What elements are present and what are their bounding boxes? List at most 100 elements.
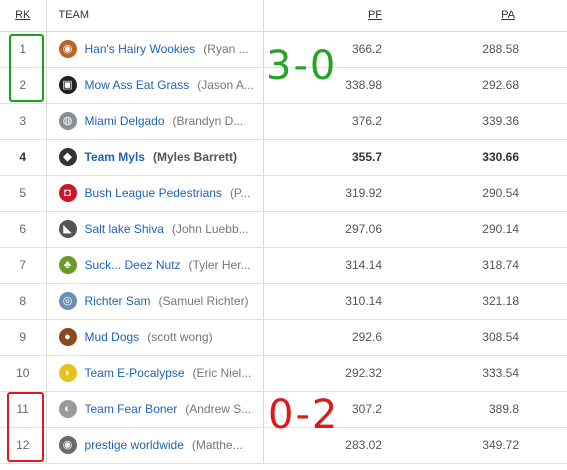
cat-icon[interactable]: ◍	[58, 112, 77, 130]
figure-icon[interactable]: ♣	[58, 256, 77, 274]
team-cell: ◗ Team E-Pocalypse (Eric Niel...	[46, 355, 264, 392]
owner-name: (Andrew S...	[185, 402, 252, 416]
team-name-link[interactable]: Team Fear Boner	[85, 402, 178, 416]
team-name-link[interactable]: Richter Sam	[85, 294, 151, 308]
team-cell: ◆ Team Myls (Myles Barrett)	[46, 139, 264, 176]
table-row: 2 ▣ Mow Ass Eat Grass (Jason A... 338.98 292.…	[0, 67, 567, 104]
table-header-row: RK TEAM PF PA	[0, 0, 567, 32]
rank-cell: 8	[0, 283, 47, 320]
points-for-cell: 292.6	[263, 319, 395, 356]
table-row: 6 ◣ Salt lake Shiva (John Luebb... 297.06 290…	[0, 211, 567, 248]
points-for-cell: 307.2	[263, 391, 395, 428]
wookie-icon[interactable]: ◉	[58, 40, 77, 58]
team-name-link[interactable]: Bush League Pedestrians	[85, 186, 222, 200]
standings-table: RK TEAM PF PA 1 ◉ Han's Hairy Wookies (Ryan…	[0, 0, 567, 464]
monkey-icon[interactable]: ●	[58, 328, 77, 346]
rank-cell: 2	[0, 67, 47, 104]
owner-name: (John Luebb...	[171, 222, 249, 236]
table-row: 9 ● Mud Dogs (scott wong) 292.6 308.54	[0, 319, 567, 356]
team-name-link[interactable]: Salt lake Shiva	[85, 222, 164, 236]
header-points-against[interactable]: PA	[395, 0, 567, 32]
points-against-cell: 330.66	[395, 139, 567, 176]
table-row: 5 ◘ Bush League Pedestrians (P... 319.92 290.…	[0, 175, 567, 212]
points-for-value: 338.98	[345, 78, 382, 92]
cup-icon[interactable]: ◘	[58, 184, 77, 202]
points-against-cell: 339.36	[395, 103, 567, 140]
points-against-cell: 288.58	[395, 31, 567, 68]
points-for-value: 292.6	[351, 330, 382, 344]
rank-cell: 3	[0, 103, 47, 140]
rank-cell: 9	[0, 319, 47, 356]
points-against-cell: 292.68	[395, 67, 567, 104]
owner-name: (Eric Niel...	[192, 366, 252, 380]
points-for-cell: 338.98	[263, 67, 395, 104]
points-for-value: 297.06	[345, 222, 382, 236]
points-for-value: 307.2	[351, 402, 382, 416]
points-for-cell: 297.06	[263, 211, 395, 248]
table-row: 4 ◆ Team Myls (Myles Barrett) 355.7 330.66	[0, 139, 567, 176]
points-against-cell: 290.54	[395, 175, 567, 212]
team-cell: ◎ Richter Sam (Samuel Richter)	[46, 283, 264, 320]
table-row: 8 ◎ Richter Sam (Samuel Richter) 310.14 321.1…	[0, 283, 567, 320]
team-name-link[interactable]: Han's Hairy Wookies	[85, 42, 196, 56]
team-cell: ◘ Bush League Pedestrians (P...	[46, 175, 264, 212]
owner-name: (Myles Barrett)	[152, 150, 237, 164]
team-cell: ● Mud Dogs (scott wong)	[46, 319, 264, 356]
owner-name: (Tyler Her...	[188, 258, 251, 272]
owner-name: (scott wong)	[147, 330, 213, 344]
points-for-value: 376.2	[351, 114, 382, 128]
points-against-cell: 290.14	[395, 211, 567, 248]
owner-name: (Ryan ...	[203, 42, 249, 56]
skull-icon[interactable]: ◐	[58, 400, 77, 418]
header-points-for[interactable]: PF	[263, 0, 395, 32]
team-name-link[interactable]: Suck... Deez Nutz	[85, 258, 181, 272]
team-name-link[interactable]: Mow Ass Eat Grass	[85, 78, 190, 92]
rank-cell: 7	[0, 247, 47, 284]
points-against-cell: 321.18	[395, 283, 567, 320]
standings-table-container: RK TEAM PF PA 1 ◉ Han's Hairy Wookies (Ryan…	[0, 0, 567, 470]
points-for-cell: 319.92	[263, 175, 395, 212]
shoe-icon[interactable]: ◣	[58, 220, 77, 238]
team-name-link[interactable]: Mud Dogs	[85, 330, 140, 344]
points-for-value: 319.92	[345, 186, 382, 200]
face-icon[interactable]: ◉	[58, 436, 77, 454]
rank-cell: 6	[0, 211, 47, 248]
lawnmower-icon[interactable]: ▣	[58, 76, 77, 94]
helmet-yellow-icon[interactable]: ◗	[58, 364, 77, 382]
table-row: 10 ◗ Team E-Pocalypse (Eric Niel... 292.32 33…	[0, 355, 567, 392]
globe-icon[interactable]: ◎	[58, 292, 77, 310]
table-row: 7 ♣ Suck... Deez Nutz (Tyler Her... 314.14 31…	[0, 247, 567, 284]
points-against-cell: 318.74	[395, 247, 567, 284]
points-for-cell: 310.14	[263, 283, 395, 320]
points-for-cell: 292.32	[263, 355, 395, 392]
helmet-icon[interactable]: ◆	[58, 148, 77, 166]
points-for-value: 292.32	[345, 366, 382, 380]
header-team: TEAM	[45, 0, 264, 32]
rank-cell: 11	[0, 391, 47, 428]
rank-cell: 12	[0, 427, 47, 464]
points-for-value: 310.14	[345, 294, 382, 308]
owner-name: (Matthe...	[191, 438, 243, 452]
team-cell: ◐ Team Fear Boner (Andrew S...	[46, 391, 264, 428]
rank-cell: 10	[0, 355, 47, 392]
team-cell: ◉ Han's Hairy Wookies (Ryan ...	[46, 31, 264, 68]
header-rank[interactable]: RK	[0, 0, 46, 32]
team-name-link[interactable]: Miami Delgado	[85, 114, 165, 128]
team-cell: ◍ Miami Delgado (Brandyn D...	[46, 103, 264, 140]
rank-cell: 4	[0, 139, 47, 176]
points-for-cell: 355.7	[263, 139, 395, 176]
points-for-value: 366.2	[351, 42, 382, 56]
owner-name: (Samuel Richter)	[158, 294, 249, 308]
team-name-link[interactable]: prestige worldwide	[85, 438, 184, 452]
owner-name: (Jason A...	[197, 78, 254, 92]
points-against-cell: 333.54	[395, 355, 567, 392]
rank-cell: 1	[0, 31, 47, 68]
table-row: 12 ◉ prestige worldwide (Matthe... 283.02 349…	[0, 427, 567, 464]
team-cell: ◉ prestige worldwide (Matthe...	[46, 427, 264, 464]
points-against-cell: 349.72	[395, 427, 567, 464]
points-for-cell: 283.02	[263, 427, 395, 464]
team-name-link[interactable]: Team E-Pocalypse	[85, 366, 185, 380]
team-name-link[interactable]: Team Myls	[85, 150, 145, 164]
points-for-cell: 366.2	[263, 31, 395, 68]
points-for-cell: 376.2	[263, 103, 395, 140]
